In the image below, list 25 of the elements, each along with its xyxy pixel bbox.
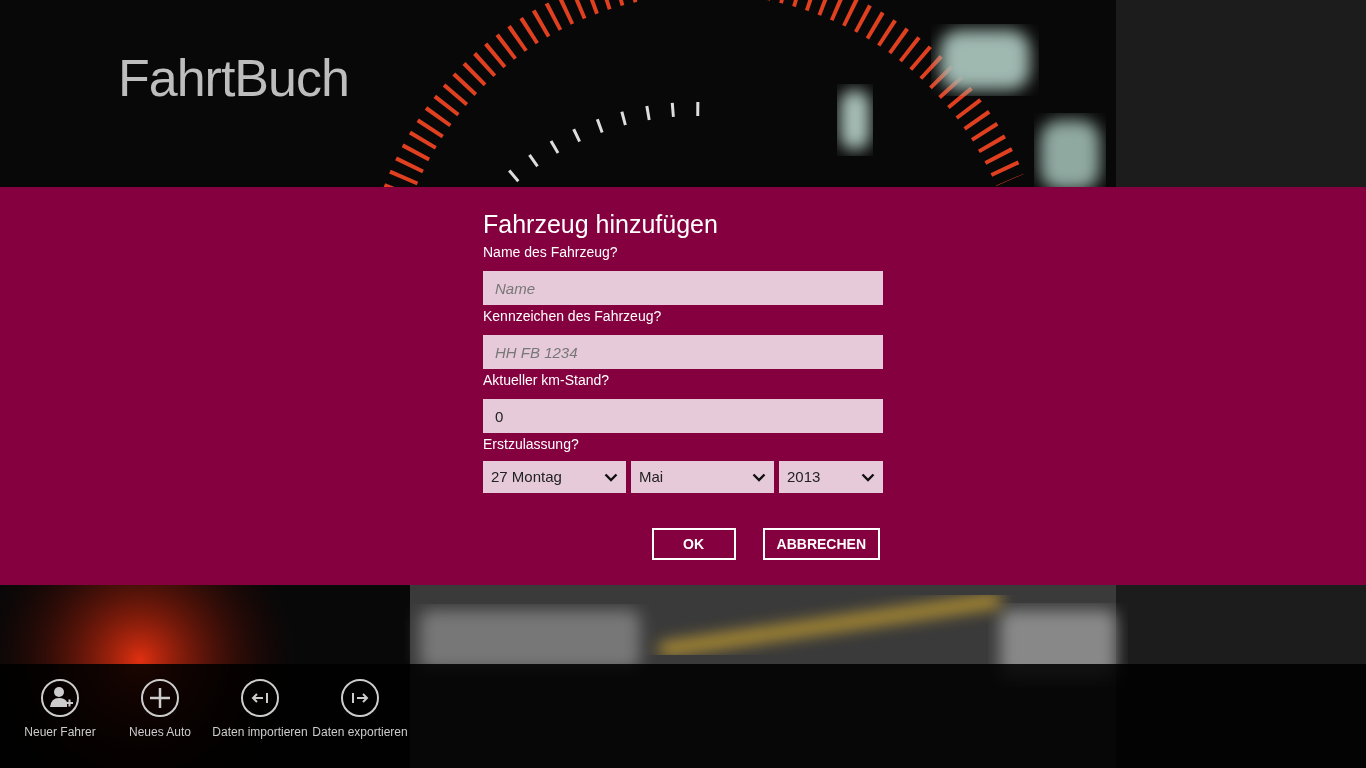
dropdown[interactable]: 2013 (779, 461, 883, 493)
app-bar-command[interactable]: Daten exportieren (310, 678, 410, 768)
chevron-down-icon (752, 472, 766, 482)
chevron-down-icon (861, 472, 875, 482)
ok-button[interactable]: OK (651, 528, 736, 560)
input-field[interactable]: Name (483, 271, 883, 305)
import-icon (240, 678, 280, 718)
dropdown[interactable]: 27 Montag (483, 461, 626, 493)
field-label: Name des Fahrzeug? (483, 243, 619, 261)
field-label: Aktueller km-Stand? (483, 371, 611, 389)
input-field[interactable]: HH FB 1234 (483, 335, 883, 369)
chevron-down-icon (604, 472, 618, 482)
input-field[interactable]: 0 (483, 399, 883, 433)
cancel-button[interactable]: ABBRECHEN (762, 528, 880, 560)
app-bar-command[interactable]: Neuer Fahrer (10, 678, 110, 768)
person-add-icon (40, 678, 80, 718)
dropdown[interactable]: Mai (631, 461, 774, 493)
app-bar-command[interactable]: Daten importieren (210, 678, 310, 768)
app-bar-command[interactable]: Neues Auto (110, 678, 210, 768)
add-icon (140, 678, 180, 718)
field-label: Kennzeichen des Fahrzeug? (483, 307, 663, 325)
dialog-title: Fahrzeug hinzufügen (483, 209, 719, 239)
field-label: Erstzulassung? (483, 435, 580, 453)
app-title: FahrtBuch (118, 49, 349, 107)
export-icon (340, 678, 380, 718)
